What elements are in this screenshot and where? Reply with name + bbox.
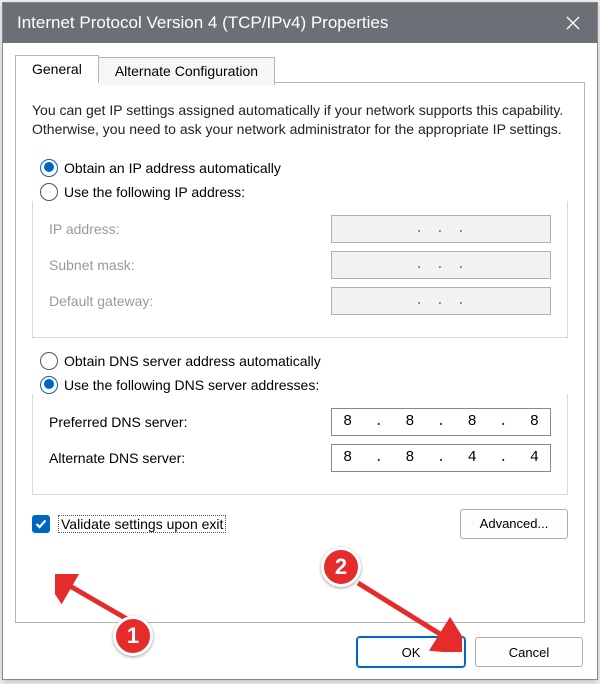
octet: 8 — [405, 413, 414, 430]
label-default-gateway: Default gateway: — [49, 293, 153, 309]
label-validate: Validate settings upon exit — [58, 515, 226, 533]
dialog-footer: OK Cancel — [15, 623, 585, 667]
annotation-badge-1: 1 — [113, 616, 153, 656]
radio-use-ip-manual[interactable]: Use the following IP address: — [40, 183, 568, 201]
input-preferred-dns[interactable]: 8. 8. 8. 8 — [331, 408, 551, 436]
close-icon — [566, 16, 580, 30]
radio-obtain-ip-auto[interactable]: Obtain an IP address automatically — [40, 159, 568, 177]
radio-label: Use the following DNS server addresses: — [64, 377, 319, 393]
radio-icon — [40, 352, 58, 370]
tab-panel-general: You can get IP settings assigned automat… — [15, 82, 585, 623]
input-alternate-dns[interactable]: 8. 8. 4. 4 — [331, 444, 551, 472]
label-subnet-mask: Subnet mask: — [49, 257, 135, 273]
input-subnet-mask: . . . — [331, 251, 551, 279]
radio-label: Use the following IP address: — [64, 184, 245, 200]
radio-use-dns-manual[interactable]: Use the following DNS server addresses: — [40, 376, 568, 394]
dot-icon: . — [374, 449, 383, 466]
check-icon — [35, 519, 47, 529]
octet: 8 — [343, 413, 352, 430]
radio-icon — [40, 376, 58, 394]
titlebar: Internet Protocol Version 4 (TCP/IPv4) P… — [3, 3, 597, 43]
radio-icon — [40, 183, 58, 201]
dot-icon: . — [374, 413, 383, 430]
octet: 8 — [530, 413, 539, 430]
annotation-arrow-2 — [352, 577, 462, 652]
radio-label: Obtain DNS server address automatically — [64, 353, 321, 369]
description-text: You can get IP settings assigned automat… — [32, 101, 568, 139]
input-ip-address: . . . — [331, 215, 551, 243]
input-default-gateway: . . . — [331, 287, 551, 315]
dot-icon: . — [436, 449, 445, 466]
label-ip-address: IP address: — [49, 221, 120, 237]
radio-obtain-dns-auto[interactable]: Obtain DNS server address automatically — [40, 352, 568, 370]
checkbox-validate[interactable] — [32, 515, 50, 533]
dns-fields-group: Preferred DNS server: 8. 8. 8. 8 Alterna… — [32, 394, 568, 495]
tab-alternate-configuration[interactable]: Alternate Configuration — [99, 57, 275, 85]
cancel-button[interactable]: Cancel — [475, 637, 583, 667]
octet: 4 — [468, 449, 477, 466]
octet: 8 — [405, 449, 414, 466]
ip-fields-group: IP address: . . . Subnet mask: . . . Def… — [32, 201, 568, 338]
ip-section: Obtain an IP address automatically Use t… — [32, 159, 568, 338]
octet: 8 — [343, 449, 352, 466]
radio-icon — [40, 159, 58, 177]
dot-icon: . — [499, 449, 508, 466]
close-button[interactable] — [549, 3, 597, 43]
row-preferred-dns: Preferred DNS server: 8. 8. 8. 8 — [49, 408, 551, 436]
label-preferred-dns: Preferred DNS server: — [49, 414, 187, 430]
row-ip-address: IP address: . . . — [49, 215, 551, 243]
row-alternate-dns: Alternate DNS server: 8. 8. 4. 4 — [49, 444, 551, 472]
label-alternate-dns: Alternate DNS server: — [49, 450, 185, 466]
dns-section: Obtain DNS server address automatically … — [32, 352, 568, 495]
tabstrip: General Alternate Configuration — [15, 55, 585, 83]
octet: 4 — [530, 449, 539, 466]
window-title: Internet Protocol Version 4 (TCP/IPv4) P… — [17, 13, 388, 33]
annotation-badge-2: 2 — [321, 547, 361, 587]
octet: 8 — [468, 413, 477, 430]
row-default-gateway: Default gateway: . . . — [49, 287, 551, 315]
dot-icon: . — [499, 413, 508, 430]
tab-general[interactable]: General — [15, 55, 99, 83]
dot-icon: . — [436, 413, 445, 430]
row-subnet-mask: Subnet mask: . . . — [49, 251, 551, 279]
radio-label: Obtain an IP address automatically — [64, 160, 281, 176]
advanced-button[interactable]: Advanced... — [460, 509, 568, 539]
